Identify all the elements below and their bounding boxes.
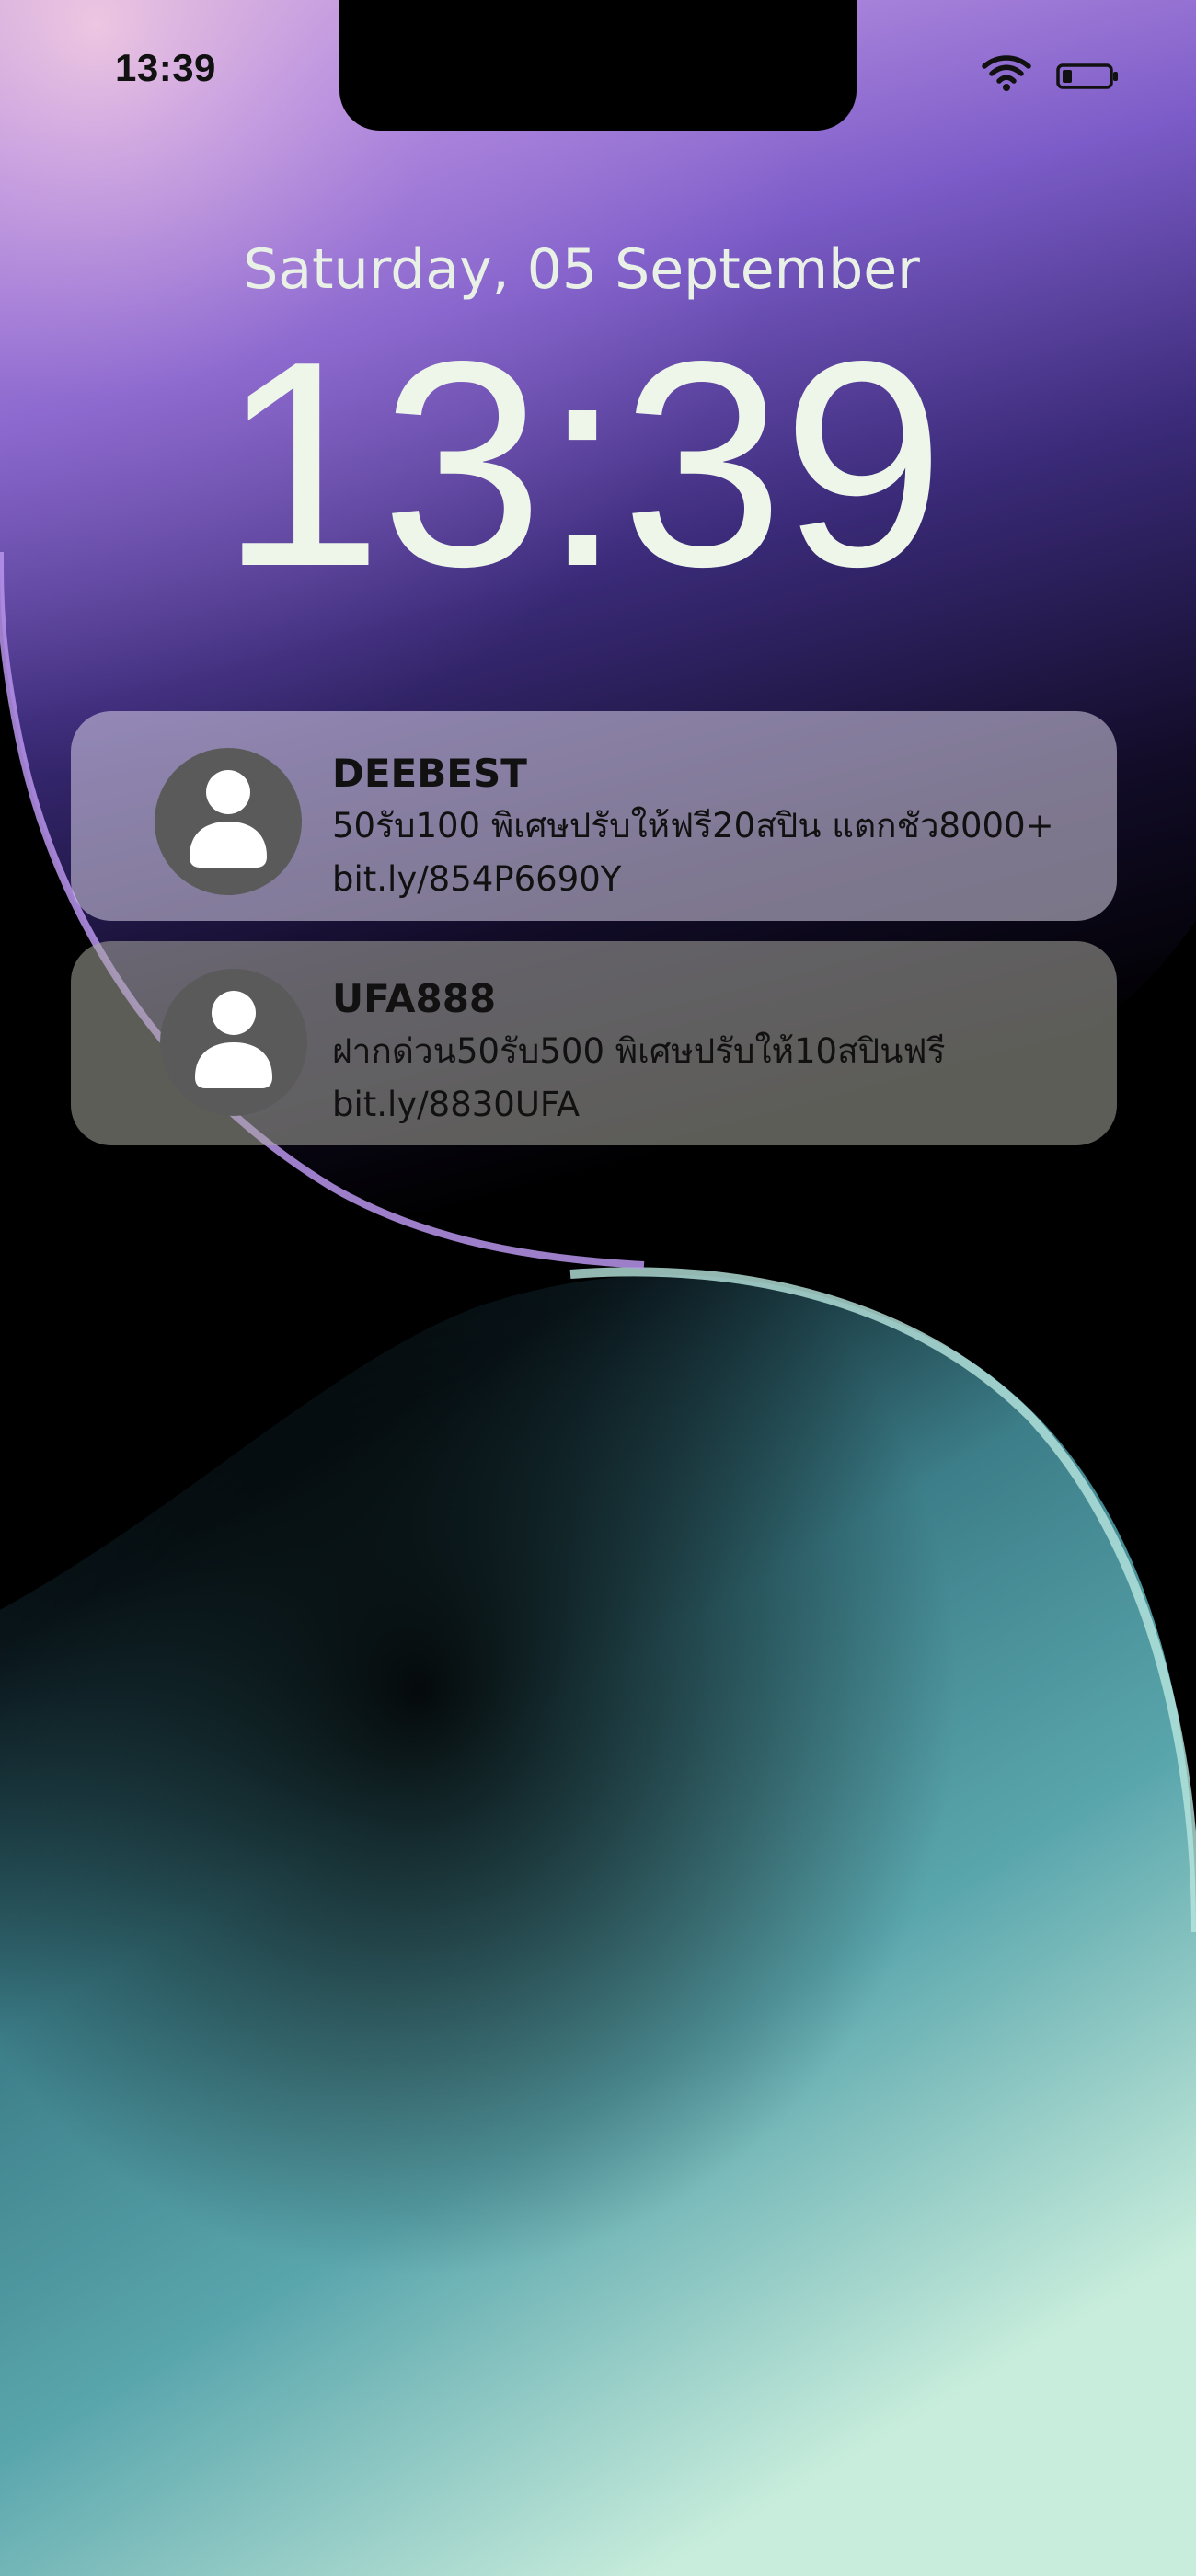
sender-avatar xyxy=(160,969,307,1116)
notification-link: bit.ly/8830UFA xyxy=(332,1085,581,1124)
notification-content: DEEBEST 50รับ100 พิเศษปรับให้ฟรี20สปิน แ… xyxy=(332,748,1098,906)
notification-title: UFA888 xyxy=(332,976,497,1021)
battery-icon xyxy=(1056,63,1118,89)
notification-card[interactable]: DEEBEST 50รับ100 พิเศษปรับให้ฟรี20สปิน แ… xyxy=(71,711,1117,921)
camera-notch xyxy=(339,0,857,131)
lock-screen-clock: 13:39 xyxy=(220,301,945,627)
notification-message: ฝากด่วน50รับ500 พิเศษปรับให้10สปินฟรี xyxy=(332,1031,946,1071)
notification-card[interactable]: UFA888 ฝากด่วน50รับ500 พิเศษปรับให้10สปิ… xyxy=(71,941,1117,1145)
lock-screen-date: Saturday, 05 September xyxy=(243,237,920,302)
notification-title: DEEBEST xyxy=(332,751,527,796)
sender-avatar xyxy=(155,748,302,895)
notification-message: 50รับ100 พิเศษปรับให้ฟรี20สปิน แตกชัว800… xyxy=(332,806,1054,845)
person-icon xyxy=(190,770,267,868)
notification-link: bit.ly/854P6690Y xyxy=(332,859,622,899)
person-icon xyxy=(195,991,272,1088)
status-bar-time: 13:39 xyxy=(115,46,216,89)
notification-content: UFA888 ฝากด่วน50รับ500 พิเศษปรับให้10สปิ… xyxy=(332,973,1098,1132)
wifi-icon xyxy=(982,55,1031,91)
lock-screen: 13:39 Saturday, 05 September 13:39 DEEBE… xyxy=(0,0,1196,2576)
